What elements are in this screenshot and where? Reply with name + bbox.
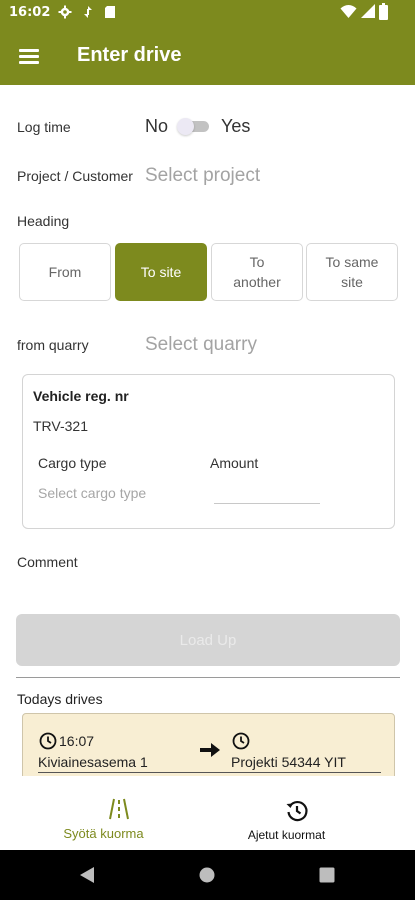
- bottom-navigation: Syötä kuorma Ajetut kuormat: [0, 776, 415, 850]
- page-title: Enter drive: [77, 44, 182, 66]
- drive-from: Kiviainesasema 1: [38, 754, 148, 770]
- clock-icon: [39, 732, 57, 750]
- arrow-right-icon: [200, 743, 220, 757]
- hamburger-menu-icon[interactable]: [14, 43, 46, 69]
- drive-list-item[interactable]: 16:07 Kiviainesasema 1 Projekti 54344 YI…: [22, 713, 395, 785]
- heading-option-from[interactable]: From: [19, 243, 111, 301]
- system-navigation-bar: [0, 850, 415, 900]
- history-icon: [286, 800, 308, 822]
- comment-label: Comment: [17, 554, 78, 570]
- app-bar: Enter drive: [0, 26, 415, 85]
- log-time-no-label: No: [145, 116, 169, 136]
- vehicle-card: Vehicle reg. nr TRV-321 Cargo type Amoun…: [22, 374, 395, 529]
- amount-label: Amount: [210, 455, 259, 471]
- cargo-type-label: Cargo type: [38, 455, 107, 471]
- back-icon[interactable]: [79, 866, 95, 884]
- comment-input[interactable]: [17, 574, 398, 604]
- amount-underline: [214, 503, 320, 504]
- settings-icon: [58, 5, 72, 19]
- status-bar: 16:02: [0, 0, 415, 26]
- todays-drives-label: Todays drives: [17, 691, 103, 707]
- clock-icon: [232, 732, 250, 750]
- log-time-yes-label: Yes: [221, 116, 251, 136]
- section-divider: [16, 677, 400, 678]
- recents-icon[interactable]: [319, 867, 335, 883]
- drive-time: 16:07: [59, 733, 95, 749]
- vehicle-reg-label: Vehicle reg. nr: [33, 388, 129, 404]
- signal-icon: [361, 4, 375, 18]
- quarry-select[interactable]: Select quarry: [145, 334, 257, 356]
- project-select[interactable]: Select project: [145, 165, 260, 187]
- log-time-label: Log time: [17, 119, 71, 135]
- log-time-toggle[interactable]: [177, 118, 209, 135]
- home-icon[interactable]: [199, 867, 215, 883]
- vpn-icon: [84, 6, 92, 18]
- status-time: 16:02: [9, 5, 51, 20]
- drive-to: Projekti 54344 YIT: [231, 754, 346, 770]
- heading-label: Heading: [17, 213, 70, 229]
- nav-item-ajetut-kuormat[interactable]: Ajetut kuormat: [193, 776, 400, 850]
- quarry-label: from quarry: [17, 337, 89, 353]
- heading-option-to-another[interactable]: To another: [211, 243, 303, 301]
- nav-label-ajetut-kuormat: Ajetut kuormat: [247, 828, 326, 842]
- heading-option-to-site[interactable]: To site: [115, 243, 207, 301]
- load-up-button[interactable]: Load Up: [16, 614, 400, 666]
- heading-option-to-same-site[interactable]: To same site: [306, 243, 398, 301]
- amount-input[interactable]: [214, 483, 320, 503]
- battery-icon: [379, 3, 388, 20]
- sd-card-icon: [105, 6, 115, 18]
- project-label: Project / Customer: [17, 168, 133, 184]
- road-icon: [109, 798, 129, 820]
- vehicle-reg-value[interactable]: TRV-321: [33, 418, 88, 434]
- nav-label-syota-kuorma: Syötä kuorma: [63, 826, 144, 841]
- drive-underline: [38, 772, 381, 773]
- wifi-icon: [340, 5, 357, 19]
- cargo-type-select[interactable]: Select cargo type: [38, 485, 146, 501]
